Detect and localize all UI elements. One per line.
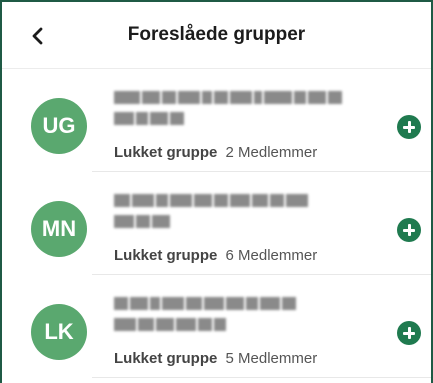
group-type: Lukket gruppe <box>114 350 218 367</box>
redacted-line <box>114 112 354 125</box>
divider <box>92 377 431 378</box>
group-avatar: UG <box>31 98 87 154</box>
group-meta: Lukket gruppe 6 Medlemmer <box>114 247 317 264</box>
member-count: 2 Medlemmer <box>225 144 318 161</box>
redacted-line <box>114 318 354 331</box>
redacted-line <box>114 297 354 310</box>
group-item[interactable]: MN Lukket gruppe 6 Medlemmer <box>2 172 431 275</box>
group-avatar: LK <box>31 304 87 360</box>
group-item[interactable]: LK Lukket gruppe 5 Medlemmer <box>2 275 431 378</box>
group-name-redacted <box>114 91 354 135</box>
group-name-redacted <box>114 194 354 238</box>
group-avatar: MN <box>31 201 87 257</box>
group-type: Lukket gruppe <box>114 247 218 264</box>
page-title: Foreslåede grupper <box>127 24 306 45</box>
group-meta: Lukket gruppe 5 Medlemmer <box>114 350 317 367</box>
join-group-button[interactable] <box>397 115 421 139</box>
join-group-button[interactable] <box>397 321 421 345</box>
group-name-redacted <box>114 297 354 341</box>
header: Foreslåede grupper <box>2 2 431 69</box>
group-list: UG Lukket gruppe 2 Medlemmer MN Lukket g… <box>2 69 431 378</box>
group-meta: Lukket gruppe 2 Medlemmer <box>114 144 317 161</box>
member-count: 6 Medlemmer <box>225 247 318 264</box>
suggested-groups-screen: Foreslåede grupper UG Lukket gruppe 2 Me… <box>0 0 433 383</box>
member-count: 5 Medlemmer <box>225 350 318 367</box>
redacted-line <box>114 194 354 207</box>
redacted-line <box>114 91 354 104</box>
redacted-line <box>114 215 354 228</box>
group-item[interactable]: UG Lukket gruppe 2 Medlemmer <box>2 69 431 172</box>
group-type: Lukket gruppe <box>114 144 218 161</box>
join-group-button[interactable] <box>397 218 421 242</box>
